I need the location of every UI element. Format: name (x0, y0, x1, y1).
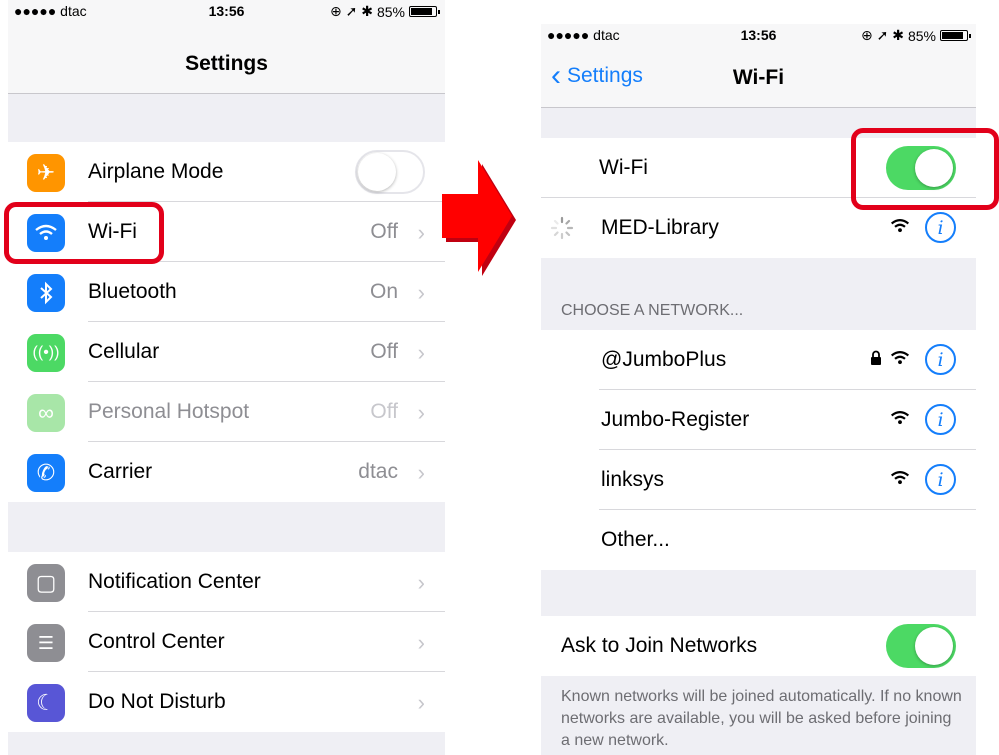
settings-row-airplane[interactable]: ✈ Airplane Mode (8, 142, 445, 202)
row-value: Off (370, 340, 398, 363)
network-name: linksys (601, 468, 665, 491)
status-bar: ●●●●● dtac 13:56 ⊕ ➚ ✱ 85% (8, 0, 445, 22)
row-value: dtac (358, 460, 398, 483)
phone-icon: ✆ (27, 454, 65, 492)
network-row[interactable]: @JumboPlus i (541, 330, 976, 390)
airplane-icon: ✈ (27, 154, 65, 192)
network-name: MED-Library (601, 216, 719, 239)
battery-icon (409, 6, 440, 17)
row-label: Airplane Mode (88, 160, 224, 183)
chevron-right-icon: › (417, 690, 425, 715)
info-icon[interactable]: i (925, 404, 956, 435)
chevron-right-icon: › (417, 340, 425, 365)
moon-icon: ☾ (27, 684, 65, 722)
row-value: On (369, 280, 398, 303)
network-name: @JumboPlus (601, 348, 727, 371)
network-row[interactable]: linksys i (541, 450, 976, 510)
battery-percent: 85% (907, 27, 936, 44)
wifi-screen: ●●●●● dtac 13:56 ⊕ ➚ ✱ 85% ‹ Settings Wi… (541, 0, 976, 755)
wifi-highlight-box (4, 202, 164, 264)
status-bar: ●●●●● dtac 13:56 ⊕ ➚ ✱ 85% (541, 24, 976, 46)
chevron-right-icon: › (417, 280, 425, 305)
wifi-signal-icon (890, 219, 910, 233)
wifi-signal-icon (890, 471, 910, 485)
page-title: Wi-Fi (732, 66, 785, 89)
row-label: Notification Center (88, 570, 261, 593)
section-header: CHOOSE A NETWORK... (561, 302, 744, 319)
chevron-right-icon: › (417, 400, 425, 425)
ask-to-join-toggle[interactable] (886, 624, 956, 668)
row-label: Carrier (88, 460, 153, 483)
lock-icon (871, 350, 881, 365)
settings-row-do-not-disturb[interactable]: ☾ Do Not Disturb › (8, 672, 445, 732)
row-label: Ask to Join Networks (561, 634, 758, 657)
navbar: Settings (8, 22, 445, 94)
battery-percent: 85% (376, 3, 405, 20)
wifi-toggle-highlight-box (851, 128, 999, 210)
notification-icon: ▢ (27, 564, 65, 602)
control-center-icon: ☰ (27, 624, 65, 662)
location-icon: ⊕ ➚ ✱ (860, 27, 904, 43)
arrow-right-icon (442, 160, 516, 276)
wifi-signal-icon (890, 351, 910, 365)
settings-row-control-center[interactable]: ☰ Control Center › (8, 612, 445, 672)
location-icon: ⊕ ➚ ✱ (329, 3, 373, 19)
row-value: Off (370, 400, 398, 423)
info-icon[interactable]: i (925, 344, 956, 375)
row-label: Personal Hotspot (88, 400, 250, 423)
network-row[interactable]: Jumbo-Register i (541, 390, 976, 450)
other-network-row[interactable]: Other... (541, 510, 976, 570)
row-label: Bluetooth (88, 280, 177, 303)
other-label: Other... (601, 528, 670, 551)
settings-row-bluetooth[interactable]: Bluetooth On › (8, 262, 445, 322)
settings-row-notification-center[interactable]: ▢ Notification Center › (8, 552, 445, 612)
settings-screen: ●●●●● dtac 13:56 ⊕ ➚ ✱ 85% Settings ✈ Ai… (8, 0, 445, 755)
page-title: Settings (185, 52, 268, 75)
status-right: ⊕ ➚ ✱ 85% (860, 27, 971, 44)
status-right: ⊕ ➚ ✱ 85% (329, 3, 440, 20)
settings-row-cellular[interactable]: ((•)) Cellular Off › (8, 322, 445, 382)
chevron-right-icon: › (417, 220, 425, 245)
chevron-right-icon: › (417, 570, 425, 595)
hotspot-icon: ∞ (27, 394, 65, 432)
settings-row-carrier[interactable]: ✆ Carrier dtac › (8, 442, 445, 502)
airplane-mode-toggle[interactable] (355, 150, 425, 194)
network-name: Jumbo-Register (601, 408, 750, 431)
chevron-right-icon: › (417, 630, 425, 655)
loading-spinner-icon (550, 216, 574, 240)
info-icon[interactable]: i (925, 212, 956, 243)
chevron-right-icon: › (417, 460, 425, 485)
settings-row-hotspot[interactable]: ∞ Personal Hotspot Off › (8, 382, 445, 442)
wifi-signal-icon (890, 411, 910, 425)
row-value: Off (370, 220, 398, 243)
ask-to-join-row[interactable]: Ask to Join Networks (541, 616, 976, 676)
info-icon[interactable]: i (925, 464, 956, 495)
cellular-icon: ((•)) (27, 334, 65, 372)
row-label: Cellular (88, 340, 160, 363)
footer-text: Known networks will be joined automatica… (561, 688, 962, 749)
battery-icon (940, 30, 971, 41)
row-label: Wi-Fi (599, 156, 648, 179)
row-label: Do Not Disturb (88, 690, 226, 713)
navbar: ‹ Settings Wi-Fi (541, 46, 976, 108)
row-label: Control Center (88, 630, 225, 653)
bluetooth-icon (27, 274, 65, 312)
